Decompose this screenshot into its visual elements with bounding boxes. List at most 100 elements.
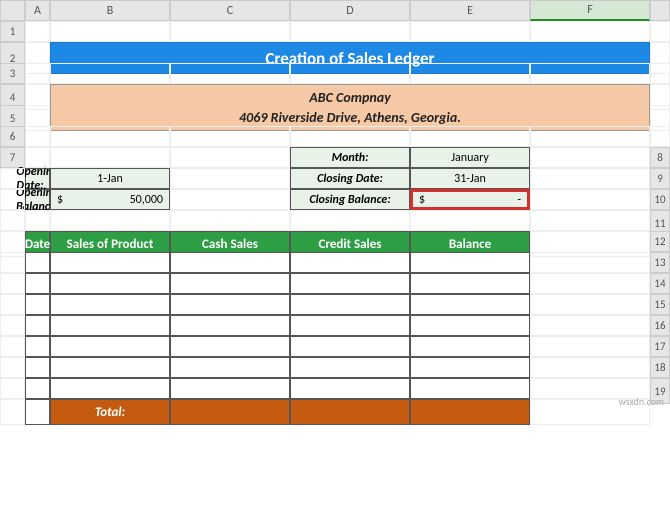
table-cell[interactable]: [410, 378, 530, 399]
cell[interactable]: [170, 21, 290, 42]
cell[interactable]: [530, 189, 650, 210]
cell[interactable]: [170, 210, 290, 231]
table-cell[interactable]: [170, 273, 290, 294]
cell[interactable]: [0, 210, 25, 231]
cell[interactable]: [50, 147, 170, 168]
table-cell[interactable]: [290, 336, 410, 357]
table-cell[interactable]: [290, 357, 410, 378]
cell[interactable]: [650, 63, 670, 84]
cell[interactable]: [530, 273, 650, 294]
col-header-F[interactable]: F: [530, 0, 650, 21]
table-cell[interactable]: [25, 315, 50, 336]
cell[interactable]: [170, 63, 290, 84]
cell[interactable]: [530, 63, 650, 84]
row-header-9[interactable]: 9: [650, 168, 670, 189]
row-header-3[interactable]: 3: [0, 63, 25, 84]
row-header-8[interactable]: 8: [650, 147, 670, 168]
cell[interactable]: [50, 21, 170, 42]
table-cell[interactable]: [290, 315, 410, 336]
table-cell[interactable]: [410, 315, 530, 336]
col-header-A[interactable]: A: [25, 0, 50, 21]
row-header-1[interactable]: 1: [0, 21, 25, 42]
cell[interactable]: [290, 210, 410, 231]
col-header-end[interactable]: [650, 0, 670, 21]
cell[interactable]: [530, 126, 650, 147]
cell[interactable]: [530, 168, 650, 189]
table-cell[interactable]: [50, 294, 170, 315]
cell[interactable]: [50, 210, 170, 231]
table-cell[interactable]: [50, 315, 170, 336]
cell[interactable]: [25, 126, 50, 147]
cell[interactable]: [170, 126, 290, 147]
table-cell[interactable]: [170, 315, 290, 336]
total-credit[interactable]: [290, 399, 410, 425]
row-header-18[interactable]: 18: [650, 357, 670, 378]
cell[interactable]: [410, 210, 530, 231]
cell[interactable]: [170, 189, 290, 210]
cell[interactable]: [410, 126, 530, 147]
table-cell[interactable]: [290, 294, 410, 315]
table-cell[interactable]: [410, 336, 530, 357]
cell[interactable]: [530, 357, 650, 378]
cell[interactable]: [0, 357, 25, 378]
col-header-E[interactable]: E: [410, 0, 530, 21]
cell[interactable]: [0, 315, 25, 336]
cell[interactable]: [0, 399, 25, 425]
cell[interactable]: [290, 63, 410, 84]
cell[interactable]: [650, 126, 670, 147]
table-cell[interactable]: [25, 273, 50, 294]
cell[interactable]: [650, 21, 670, 42]
cell[interactable]: [530, 315, 650, 336]
select-all-corner[interactable]: [0, 0, 25, 21]
table-cell[interactable]: [25, 294, 50, 315]
col-header-C[interactable]: C: [170, 0, 290, 21]
cell[interactable]: [0, 252, 25, 273]
cell[interactable]: [50, 126, 170, 147]
row-header-15[interactable]: 15: [650, 294, 670, 315]
opening-date-value[interactable]: 1-Jan: [50, 168, 170, 189]
cell[interactable]: [0, 378, 25, 399]
cell[interactable]: [0, 294, 25, 315]
table-cell[interactable]: [410, 357, 530, 378]
cell[interactable]: [290, 126, 410, 147]
cell[interactable]: [50, 63, 170, 84]
cell[interactable]: [0, 189, 25, 210]
col-header-B[interactable]: B: [50, 0, 170, 21]
table-cell[interactable]: [25, 336, 50, 357]
cell[interactable]: [290, 21, 410, 42]
table-cell[interactable]: [170, 252, 290, 273]
row-header-16[interactable]: 16: [650, 315, 670, 336]
total-cash[interactable]: [170, 399, 290, 425]
table-cell[interactable]: [25, 378, 50, 399]
cell[interactable]: [410, 63, 530, 84]
table-cell[interactable]: [410, 294, 530, 315]
table-cell[interactable]: [170, 336, 290, 357]
cell[interactable]: [530, 336, 650, 357]
cell[interactable]: [170, 147, 290, 168]
table-cell-empty[interactable]: [25, 399, 50, 425]
closing-date-value[interactable]: 31-Jan: [410, 168, 530, 189]
cell[interactable]: [170, 168, 290, 189]
cell[interactable]: [530, 21, 650, 42]
cell[interactable]: [530, 294, 650, 315]
closing-balance-value[interactable]: $-: [410, 189, 530, 210]
cell[interactable]: [530, 210, 650, 231]
cell[interactable]: [410, 21, 530, 42]
table-cell[interactable]: [290, 273, 410, 294]
cell[interactable]: [25, 210, 50, 231]
table-cell[interactable]: [170, 357, 290, 378]
table-cell[interactable]: [50, 357, 170, 378]
table-cell[interactable]: [50, 336, 170, 357]
table-cell[interactable]: [170, 294, 290, 315]
row-header-17[interactable]: 17: [650, 336, 670, 357]
table-cell[interactable]: [410, 252, 530, 273]
row-header-14[interactable]: 14: [650, 273, 670, 294]
cell[interactable]: [0, 168, 25, 189]
table-cell[interactable]: [50, 252, 170, 273]
row-header-12[interactable]: 12: [650, 231, 670, 252]
table-cell[interactable]: [50, 273, 170, 294]
cell[interactable]: [25, 21, 50, 42]
col-header-D[interactable]: D: [290, 0, 410, 21]
table-cell[interactable]: [290, 378, 410, 399]
table-cell[interactable]: [170, 378, 290, 399]
